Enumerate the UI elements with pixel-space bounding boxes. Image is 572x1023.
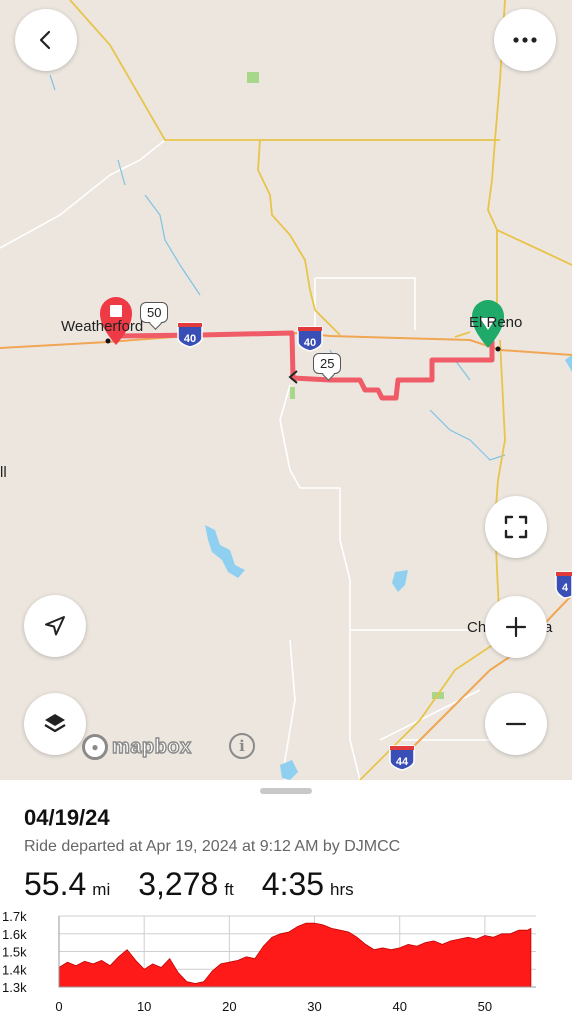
interstate-shield-c: 44 xyxy=(389,745,415,771)
ride-stats: 55.4 mi 3,278 ft 4:35 hrs xyxy=(24,866,382,903)
chevron-left-icon xyxy=(39,30,51,50)
y-tick-label: 1.6k xyxy=(2,927,27,942)
svg-text:40: 40 xyxy=(184,333,196,345)
more-options-button[interactable] xyxy=(494,9,556,71)
mapbox-logo-text: mapbox xyxy=(111,735,192,758)
ride-date-title: 04/19/24 xyxy=(24,805,110,830)
layers-icon xyxy=(44,714,66,733)
state-roads xyxy=(69,0,572,780)
distance-stat: 55.4 mi xyxy=(24,866,110,903)
ride-summary-panel: 04/19/24 Ride departed at Apr 19, 2024 a… xyxy=(0,780,572,1023)
map-canvas: 40 40 44 4 xyxy=(0,0,572,780)
place-label-weatherford: Weatherford xyxy=(61,318,144,335)
duration-stat: 4:35 hrs xyxy=(262,866,354,903)
duration-unit: hrs xyxy=(330,880,354,899)
x-tick-label: 20 xyxy=(222,999,236,1014)
place-label-left-edge: ll xyxy=(0,464,7,481)
svg-text:44: 44 xyxy=(396,756,409,768)
el-reno-dot xyxy=(495,346,501,352)
elevation-area xyxy=(58,922,532,988)
elevation-gain-value: 3,278 xyxy=(138,866,219,902)
navigation-arrow-icon xyxy=(45,616,65,636)
distance-value: 55.4 xyxy=(24,866,87,902)
fullscreen-icon xyxy=(504,515,528,539)
interstate-shield-b: 40 xyxy=(297,326,323,352)
mile-marker-50: 50 xyxy=(140,302,169,323)
elevation-gain-stat: 3,278 ft xyxy=(138,866,234,903)
zoom-in-button[interactable] xyxy=(485,596,547,658)
zoom-out-button[interactable] xyxy=(485,693,547,755)
streams xyxy=(49,74,506,461)
elevation-gain-unit: ft xyxy=(224,880,234,899)
back-button[interactable] xyxy=(15,9,77,71)
place-label-el-reno: El Reno xyxy=(469,314,523,331)
mapbox-logo[interactable]: ● mapbox xyxy=(82,734,192,760)
plus-icon xyxy=(505,616,527,638)
y-tick-label: 1.5k xyxy=(2,945,27,960)
y-tick-label: 1.3k xyxy=(2,980,27,995)
place-label-ch: Ch xyxy=(467,619,487,636)
fullscreen-button[interactable] xyxy=(485,496,547,558)
y-tick-label: 1.7k xyxy=(2,909,27,924)
drag-handle[interactable] xyxy=(260,788,312,794)
attribution-info-icon[interactable]: i xyxy=(229,733,255,759)
layers-button[interactable] xyxy=(24,693,86,755)
mile-marker-25: 25 xyxy=(313,353,342,374)
x-tick-label: 50 xyxy=(478,999,492,1014)
map-view[interactable]: 40 40 44 4 Weatherford El Reno ll Ch a 5… xyxy=(0,0,572,780)
x-tick-label: 30 xyxy=(307,999,321,1014)
x-tick-label: 0 xyxy=(55,999,62,1014)
weatherford-dot xyxy=(105,338,111,344)
county-boundaries xyxy=(0,139,500,780)
x-tick-label: 10 xyxy=(137,999,151,1014)
duration-value: 4:35 xyxy=(261,866,325,902)
ellipsis-icon xyxy=(513,37,537,43)
interstate-shield-d: 4 xyxy=(555,571,572,599)
interstate-shield-a: 40 xyxy=(177,322,203,348)
mapbox-logo-icon: ● xyxy=(82,734,108,760)
minus-icon xyxy=(505,722,527,726)
locate-button[interactable] xyxy=(24,595,86,657)
elevation-chart[interactable]: 1.7k 1.6k 1.5k 1.4k 1.3k 0 10 20 30 40 50 xyxy=(0,906,572,1023)
svg-text:4: 4 xyxy=(562,582,569,594)
distance-unit: mi xyxy=(92,880,111,899)
x-tick-label: 40 xyxy=(392,999,406,1014)
y-tick-label: 1.4k xyxy=(2,962,27,977)
svg-text:40: 40 xyxy=(304,337,316,349)
ride-subtitle: Ride departed at Apr 19, 2024 at 9:12 AM… xyxy=(24,838,401,855)
parks xyxy=(247,72,444,699)
